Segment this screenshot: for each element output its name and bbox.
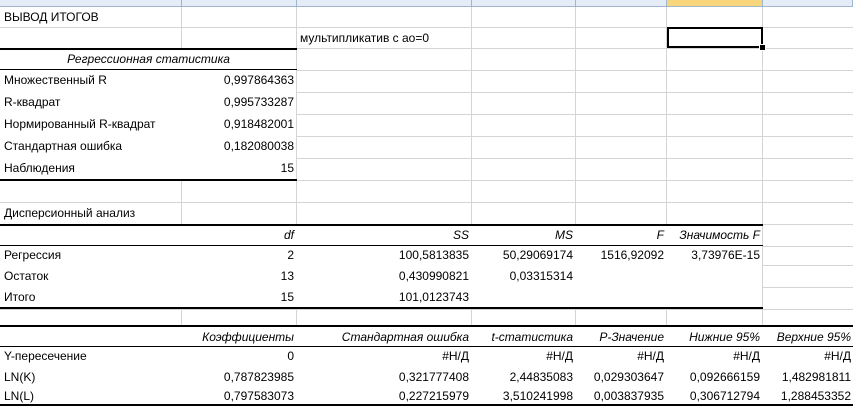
regression-stats-header[interactable]: Регрессионная статистика: [0, 49, 297, 69]
coef-cell[interactable]: 0,029303647: [576, 367, 666, 388]
anova-cell[interactable]: 15: [182, 287, 296, 308]
gridline: [0, 309, 853, 310]
anova-cell[interactable]: 101,0123743: [297, 287, 471, 308]
anova-cell[interactable]: 50,29069174: [472, 245, 575, 266]
stat-label[interactable]: Нормированный R-квадрат: [2, 114, 182, 135]
anova-header-ss[interactable]: SS: [297, 225, 471, 245]
coef-header[interactable]: t-статистика: [472, 327, 575, 347]
coef-header[interactable]: Стандартная ошибка: [297, 327, 471, 347]
stat-label[interactable]: Стандартная ошибка: [2, 136, 182, 157]
stat-value[interactable]: 0,995733287: [182, 92, 296, 113]
coef-cell[interactable]: 0: [182, 346, 296, 367]
stat-label[interactable]: Множественный R: [2, 70, 182, 91]
stat-label[interactable]: R-квадрат: [2, 92, 182, 113]
selected-cell[interactable]: [667, 27, 763, 48]
anova-cell[interactable]: 1516,92092: [576, 245, 666, 266]
coef-cell[interactable]: 2,44835083: [472, 367, 575, 388]
coef-header[interactable]: Коэффициенты: [182, 327, 296, 347]
anova-cell[interactable]: 3,73976E-15: [667, 245, 762, 266]
table-border: [0, 179, 297, 181]
column-header-b[interactable]: [182, 0, 297, 7]
fill-handle[interactable]: [759, 44, 766, 51]
anova-header-significance-f[interactable]: Значимость F: [667, 225, 762, 245]
table-border: [0, 307, 763, 309]
column-header-e[interactable]: [576, 0, 667, 7]
anova-cell[interactable]: 2: [182, 245, 296, 266]
coef-cell[interactable]: #Н/Д: [667, 346, 762, 367]
column-header-g[interactable]: [763, 0, 853, 7]
stat-value[interactable]: 0,997864363: [182, 70, 296, 91]
column-header-d[interactable]: [472, 0, 576, 7]
stat-value[interactable]: 0,182080038: [182, 136, 296, 157]
anova-cell[interactable]: 100,5813835: [297, 245, 471, 266]
coef-cell[interactable]: 0,321777408: [297, 367, 471, 388]
coef-row-label[interactable]: LN(K): [2, 367, 182, 388]
column-header-c[interactable]: [297, 0, 472, 7]
column-header-a[interactable]: [0, 0, 182, 7]
coef-header[interactable]: Нижние 95%: [667, 327, 762, 347]
coef-header[interactable]: P-Значение: [576, 327, 666, 347]
stat-value[interactable]: 0,918482001: [182, 114, 296, 135]
model-note[interactable]: мультипликатив с ао=0: [298, 28, 498, 49]
column-header-f[interactable]: [667, 0, 763, 7]
coef-cell[interactable]: #Н/Д: [472, 346, 575, 367]
anova-row-label[interactable]: Остаток: [2, 266, 182, 287]
stat-label[interactable]: Наблюдения: [2, 158, 182, 179]
coef-cell[interactable]: 1,482981811: [763, 367, 853, 388]
anova-header-df[interactable]: df: [182, 225, 296, 245]
anova-row-label[interactable]: Итого: [2, 287, 182, 308]
stat-value[interactable]: 15: [182, 158, 296, 179]
anova-row-label[interactable]: Регрессия: [2, 245, 182, 266]
anova-title[interactable]: Дисперсионный анализ: [2, 203, 182, 224]
anova-cell[interactable]: 13: [182, 266, 296, 287]
anova-header-f[interactable]: F: [576, 225, 666, 245]
coef-cell[interactable]: 0,092666159: [667, 367, 762, 388]
anova-header-ms[interactable]: MS: [472, 225, 575, 245]
anova-cell[interactable]: 0,430990821: [297, 266, 471, 287]
report-title[interactable]: ВЫВОД ИТОГОВ: [2, 7, 182, 28]
coef-cell[interactable]: #Н/Д: [297, 346, 471, 367]
anova-cell[interactable]: 0,03315314: [472, 266, 575, 287]
coef-cell[interactable]: 0,787823985: [182, 367, 296, 388]
coef-row-label[interactable]: Y-пересечение: [2, 346, 182, 367]
spreadsheet-grid[interactable]: ВЫВОД ИТОГОВ мультипликатив с ао=0 Регре…: [0, 0, 853, 406]
coef-header[interactable]: Верхние 95%: [763, 327, 853, 347]
coef-cell[interactable]: #Н/Д: [763, 346, 853, 367]
coef-cell[interactable]: #Н/Д: [576, 346, 666, 367]
